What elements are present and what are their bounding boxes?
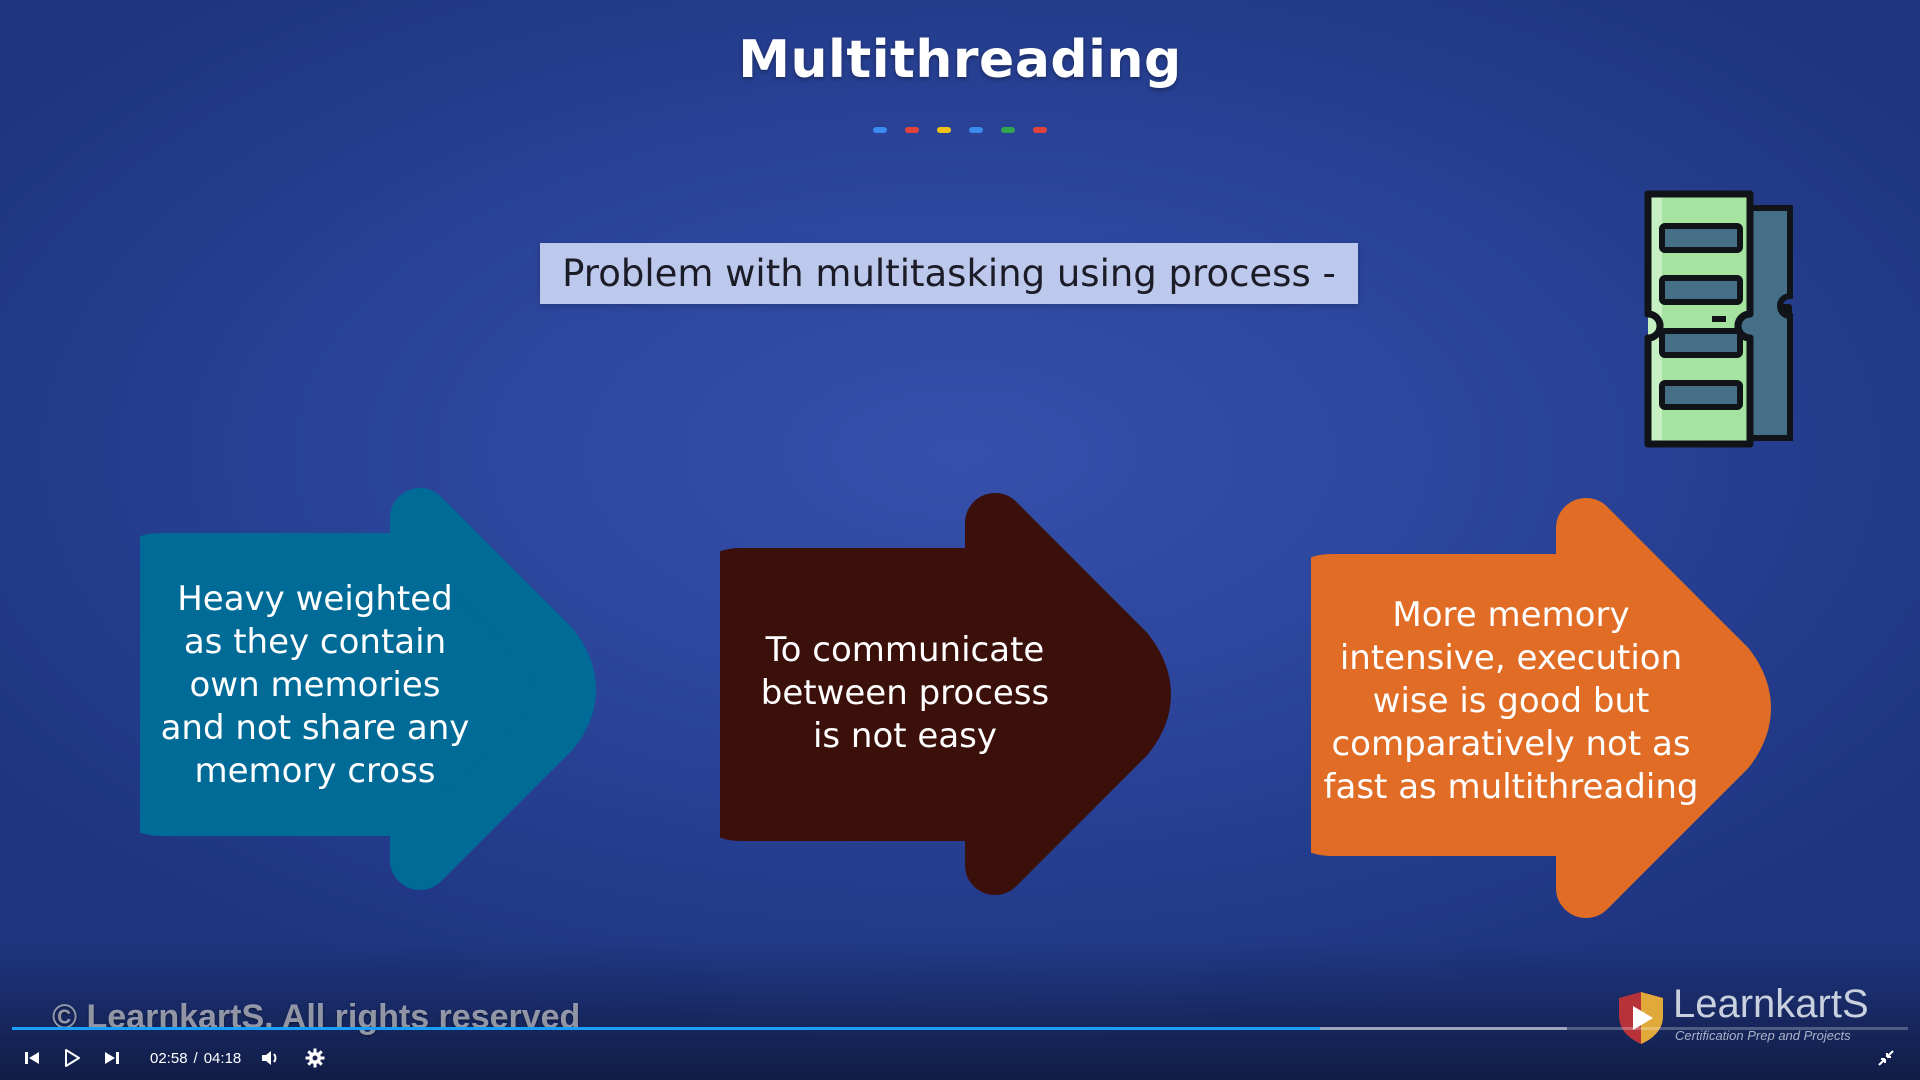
- time-separator: /: [193, 1050, 198, 1067]
- decorative-dots: [0, 127, 1920, 133]
- arrow-more-memory: More memory intensive, execution wise is…: [1281, 486, 1811, 950]
- volume-icon[interactable]: [257, 1045, 283, 1071]
- logo-shield-icon: [1619, 992, 1663, 1044]
- duration: 04:18: [203, 1050, 242, 1067]
- logo-name: LearnkartS: [1673, 982, 1869, 1026]
- dot-3: [937, 127, 951, 133]
- problem-banner: Problem with multitasking using process …: [540, 243, 1358, 304]
- arrow-heavy-weighted: Heavy weighted as they contain own memor…: [110, 468, 620, 917]
- player-controls: 02:58 / 04:18: [0, 1040, 1920, 1076]
- arrow-2-text: To communicate between process is not ea…: [760, 629, 1050, 756]
- exit-fullscreen-icon[interactable]: [1873, 1045, 1899, 1071]
- ram-memory-icon: [1640, 186, 1810, 455]
- copyright-watermark: © LearnkartS. All rights reserved: [52, 998, 581, 1036]
- time-display: 02:58 / 04:18: [147, 1050, 244, 1067]
- current-time: 02:58: [150, 1050, 188, 1067]
- skip-back-icon[interactable]: [19, 1045, 45, 1071]
- progress-bar[interactable]: [12, 1027, 1908, 1030]
- skip-forward-icon[interactable]: [99, 1045, 125, 1071]
- arrow-1-text: Heavy weighted as they contain own memor…: [160, 578, 470, 791]
- settings-gear-icon[interactable]: [302, 1045, 328, 1071]
- dot-6: [1033, 127, 1047, 133]
- slide-title: Multithreading: [738, 30, 1182, 90]
- dot-5: [1001, 127, 1015, 133]
- dot-4: [969, 127, 983, 133]
- dot-2: [905, 127, 919, 133]
- dot-1: [873, 127, 887, 133]
- arrow-communicate: To communicate between process is not ea…: [690, 483, 1200, 932]
- arrow-3-text: More memory intensive, execution wise is…: [1323, 594, 1699, 807]
- play-icon[interactable]: [59, 1045, 85, 1071]
- progress-played: [12, 1027, 1321, 1030]
